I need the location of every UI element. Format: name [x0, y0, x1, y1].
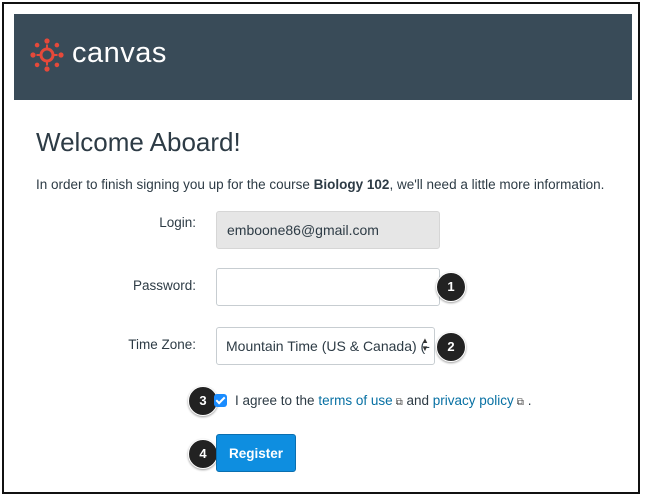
- app-header: canvas: [14, 14, 632, 100]
- canvas-logo-icon: [30, 38, 64, 72]
- callout-badge-1: 1: [436, 272, 466, 302]
- login-label: Login:: [159, 215, 196, 230]
- timezone-select[interactable]: Mountain Time (US & Canada) (- ▲ ▼: [216, 327, 435, 365]
- intro-text: In order to finish signing you up for th…: [36, 176, 604, 194]
- password-label: Password:: [132, 278, 196, 293]
- agree-checkbox[interactable]: [214, 394, 227, 407]
- external-link-icon: ⧉: [516, 397, 524, 408]
- agree-prefix: I agree to the: [235, 393, 319, 408]
- agree-suffix: .: [523, 393, 532, 408]
- course-name: Biology 102: [313, 177, 390, 192]
- register-button[interactable]: Register: [216, 434, 296, 472]
- and-text: and: [402, 393, 433, 408]
- terms-of-use-link[interactable]: terms of use: [318, 393, 392, 408]
- external-link-icon: ⧉: [395, 397, 403, 408]
- brand-name: canvas: [72, 37, 167, 69]
- intro-suffix: , we'll need a little more information.: [389, 177, 605, 192]
- timezone-value: Mountain Time (US & Canada) (-: [226, 338, 430, 354]
- terms-agreement: I agree to the terms of use ⧉ and privacy…: [214, 392, 531, 412]
- password-input[interactable]: [216, 268, 440, 306]
- page-title: Welcome Aboard!: [36, 127, 241, 157]
- intro-prefix: In order to finish signing you up for th…: [36, 177, 314, 192]
- callout-badge-2: 2: [436, 332, 466, 362]
- timezone-label: Time Zone:: [128, 337, 196, 352]
- login-field: emboone86@gmail.com: [216, 211, 440, 249]
- select-arrows-icon: ▲ ▼: [421, 336, 429, 353]
- callout-badge-4: 4: [188, 439, 218, 469]
- privacy-policy-link[interactable]: privacy policy: [433, 393, 514, 408]
